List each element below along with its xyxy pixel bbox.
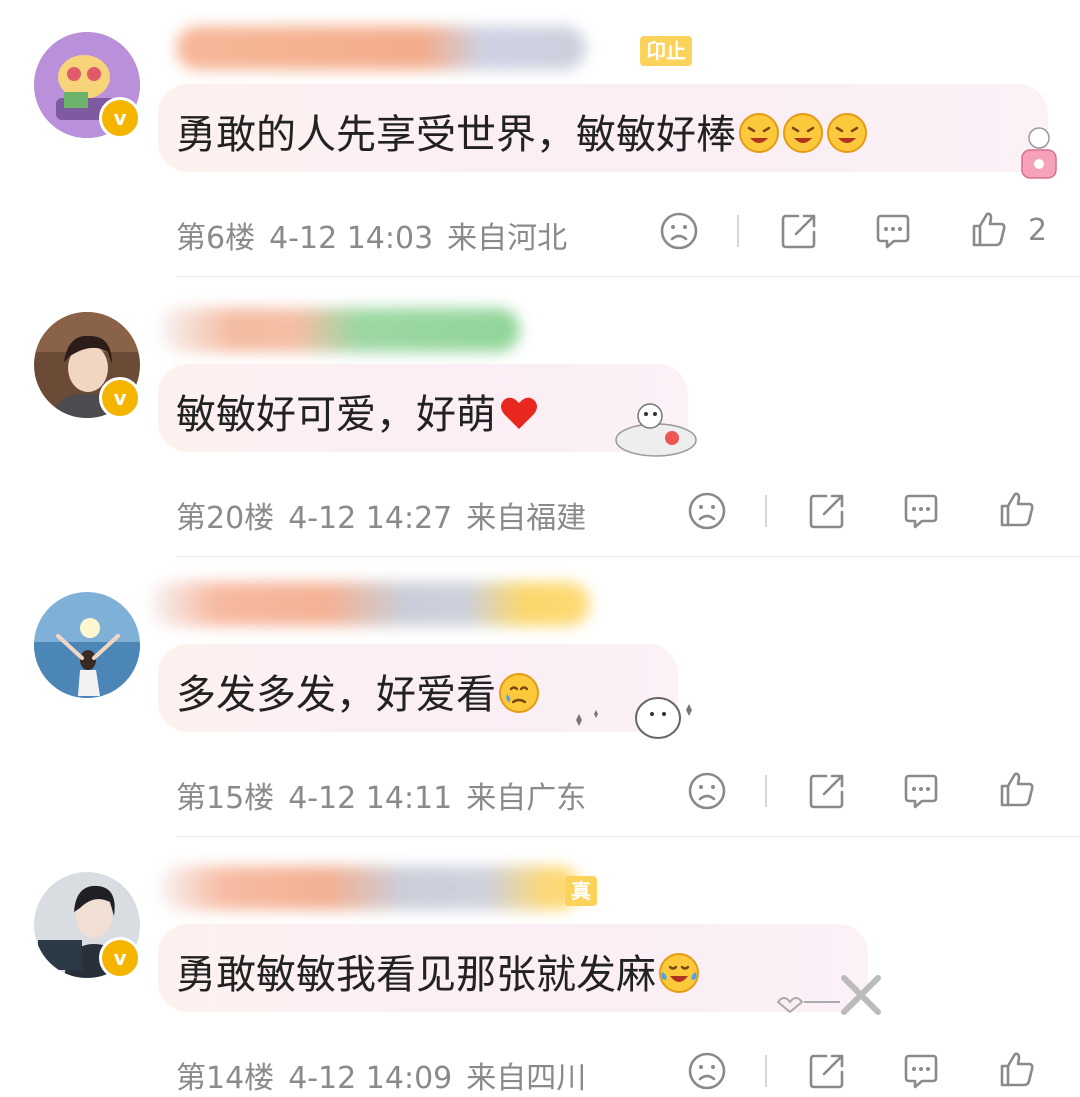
action-divider bbox=[765, 495, 767, 527]
share-icon[interactable] bbox=[806, 490, 848, 532]
comment-time: 4-12 14:11 bbox=[288, 781, 453, 816]
like-count: 2 bbox=[1028, 213, 1048, 248]
like-icon[interactable] bbox=[968, 208, 1010, 250]
action-divider bbox=[765, 1055, 767, 1087]
like-icon[interactable] bbox=[996, 768, 1038, 810]
comment-location: 来自广东 bbox=[466, 781, 587, 816]
dislike-icon[interactable] bbox=[658, 210, 700, 252]
reply-icon[interactable] bbox=[900, 1050, 942, 1092]
comment-location: 来自福建 bbox=[466, 501, 587, 536]
bubble-decoration-icon bbox=[615, 403, 697, 457]
reply-icon[interactable] bbox=[900, 770, 942, 812]
verified-badge-icon: v bbox=[99, 377, 141, 419]
comment-divider bbox=[176, 276, 1080, 277]
comment-text[interactable]: 多发多发，好爱看 bbox=[176, 662, 540, 720]
avatar-photo bbox=[34, 592, 140, 698]
verified-badge-icon: v bbox=[99, 97, 141, 139]
heart-emoji-icon bbox=[501, 397, 537, 429]
comment-text-content: 勇敢敏敏我看见那张就发麻 bbox=[176, 952, 656, 998]
bubble-decoration-icon bbox=[776, 975, 881, 1015]
laughing-emoji-icon bbox=[739, 113, 779, 153]
reply-icon[interactable] bbox=[900, 490, 942, 532]
comment-text-content: 多发多发，好爱看 bbox=[176, 672, 496, 718]
comment-time: 4-12 14:09 bbox=[288, 1061, 453, 1096]
share-icon[interactable] bbox=[806, 1050, 848, 1092]
like-icon[interactable] bbox=[996, 488, 1038, 530]
reply-icon[interactable] bbox=[872, 210, 914, 252]
bubble-decoration-icon bbox=[1021, 127, 1057, 179]
username-blurred[interactable] bbox=[160, 866, 580, 910]
dislike-icon[interactable] bbox=[686, 770, 728, 812]
floor-number: 第6楼 bbox=[176, 221, 256, 256]
comment-meta: 第20楼 4-12 14:27 来自福建 bbox=[176, 493, 600, 537]
username-blurred[interactable] bbox=[150, 582, 590, 626]
crying-emoji-icon bbox=[499, 673, 539, 713]
user-tag: 真 bbox=[565, 876, 597, 906]
share-icon[interactable] bbox=[806, 770, 848, 812]
user-tag: 卬止 bbox=[640, 36, 692, 66]
comment-meta: 第6楼 4-12 14:03 来自河北 bbox=[176, 213, 581, 257]
comment-divider bbox=[176, 556, 1080, 557]
laughing-emoji-icon bbox=[783, 113, 823, 153]
username-blurred[interactable] bbox=[176, 26, 586, 70]
bubble-decoration-icon bbox=[576, 697, 692, 739]
dislike-icon[interactable] bbox=[686, 490, 728, 532]
username-blurred[interactable] bbox=[160, 308, 520, 352]
comment-text-content: 勇敢的人先享受世界，敏敏好棒 bbox=[176, 112, 736, 158]
floor-number: 第20楼 bbox=[176, 501, 275, 536]
share-icon[interactable] bbox=[778, 210, 820, 252]
comment-location: 来自四川 bbox=[466, 1061, 587, 1096]
floor-number: 第15楼 bbox=[176, 781, 275, 816]
action-divider bbox=[765, 775, 767, 807]
floor-number: 第14楼 bbox=[176, 1061, 275, 1096]
dislike-icon[interactable] bbox=[686, 1050, 728, 1092]
comment-time: 4-12 14:03 bbox=[269, 221, 434, 256]
comment-meta: 第14楼 4-12 14:09 来自四川 bbox=[176, 1053, 600, 1097]
comment-text-content: 敏敏好可爱，好萌 bbox=[176, 392, 496, 438]
avatar[interactable] bbox=[34, 592, 140, 698]
comment-location: 来自河北 bbox=[447, 221, 568, 256]
comment-text[interactable]: 勇敢的人先享受世界，敏敏好棒 bbox=[176, 102, 868, 160]
tears-of-joy-emoji-icon bbox=[659, 953, 699, 993]
action-divider bbox=[737, 215, 739, 247]
comment-text[interactable]: 勇敢敏敏我看见那张就发麻 bbox=[176, 942, 700, 1000]
comment-meta: 第15楼 4-12 14:11 来自广东 bbox=[176, 773, 600, 817]
laughing-emoji-icon bbox=[827, 113, 867, 153]
comment-time: 4-12 14:27 bbox=[288, 501, 453, 536]
verified-badge-icon: v bbox=[99, 937, 141, 979]
comment-divider bbox=[176, 836, 1080, 837]
comment-text[interactable]: 敏敏好可爱，好萌 bbox=[176, 382, 540, 440]
like-icon[interactable] bbox=[996, 1048, 1038, 1090]
